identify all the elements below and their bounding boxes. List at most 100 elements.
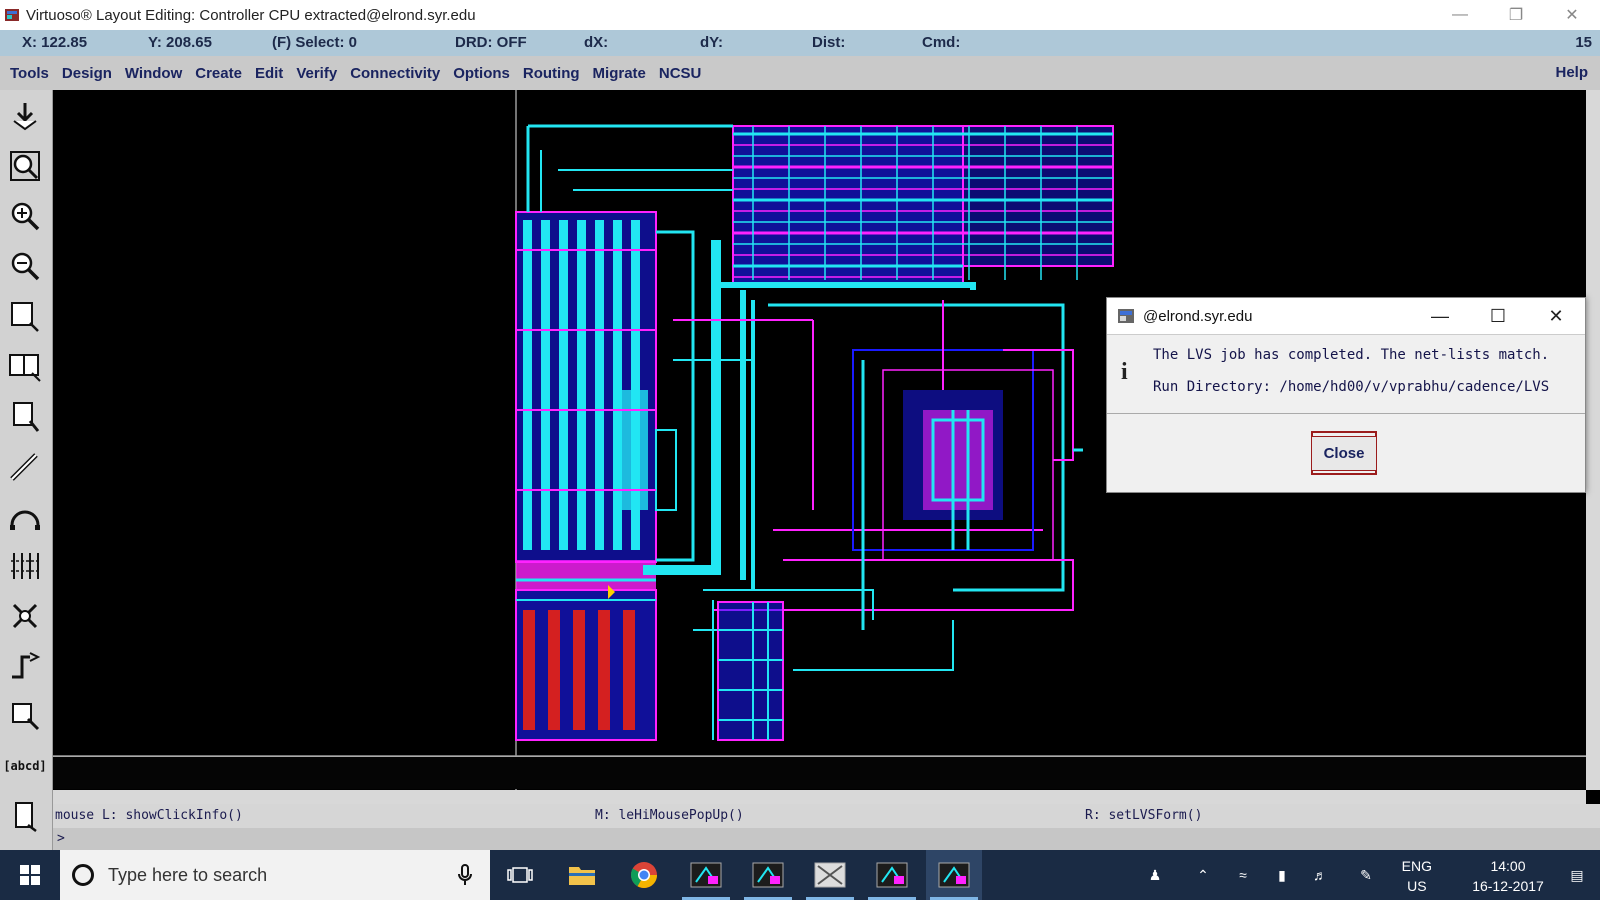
dialog-close-x-button[interactable]: ✕ [1527, 298, 1585, 334]
top-right-block [732, 125, 1114, 287]
menu-help[interactable]: Help [1555, 64, 1588, 81]
microphone-icon[interactable] [458, 864, 472, 886]
align-tool-button[interactable] [3, 544, 47, 588]
battery-icon[interactable]: ▮ [1268, 850, 1296, 900]
start-button[interactable] [0, 850, 60, 900]
left-top-block [515, 211, 677, 563]
coordinate-status-bar: X: 122.85 Y: 208.65 (F) Select: 0 DRD: O… [0, 30, 1600, 56]
show-hidden-icons-chevron-icon[interactable]: ⌃ [1190, 850, 1216, 900]
taskbar-chrome[interactable] [616, 850, 672, 900]
rectangle-tool-button[interactable] [3, 694, 47, 738]
restore-button[interactable]: ❐ [1488, 0, 1544, 30]
clock-time: 14:00 [1490, 858, 1526, 874]
y-coordinate: Y: 208.65 [148, 34, 212, 51]
dialog-maximize-button[interactable]: ☐ [1469, 298, 1527, 334]
arc-icon [10, 510, 40, 530]
task-view-icon [507, 867, 533, 883]
info-icon: i [1121, 359, 1128, 385]
task-view-button[interactable] [492, 850, 548, 900]
language-code: ENG [1401, 858, 1432, 874]
window-titlebar: Virtuoso® Layout Editing: Controller CPU… [0, 0, 1600, 30]
chrome-icon [630, 862, 658, 889]
horizontal-scrollbar[interactable] [53, 790, 1586, 804]
virtuoso-window-icon [938, 862, 970, 888]
save-tool-button[interactable] [3, 94, 47, 138]
canvas-command-strip [53, 756, 1586, 789]
folder-icon [569, 867, 595, 885]
clock-date: 16-12-2017 [1472, 878, 1544, 894]
taskbar-search-box[interactable]: Type here to search [60, 850, 490, 900]
menu-window[interactable]: Window [125, 65, 182, 82]
lvs-result-dialog: @elrond.syr.edu — ☐ ✕ i The LVS job has … [1106, 297, 1586, 493]
zoom-out-icon [11, 252, 40, 281]
action-center-icon[interactable]: ▤ [1562, 850, 1592, 900]
bottom-middle-block [717, 601, 784, 741]
ruler-tool-button[interactable] [3, 794, 47, 838]
minimize-button[interactable]: — [1432, 0, 1488, 30]
path-tool-button[interactable] [3, 444, 47, 488]
layout-window-icon [814, 862, 846, 888]
mouse-left-binding: mouse L: showClickInfo() [55, 808, 243, 823]
arc-tool-button[interactable] [3, 494, 47, 538]
label-icon: [abcd] [3, 759, 47, 773]
wire-icon [12, 652, 41, 679]
virtuoso-app-icon [5, 9, 19, 21]
dy-readout: dY: [700, 34, 724, 51]
align-icon [11, 553, 41, 579]
label-tool-button[interactable]: [abcd] [3, 744, 47, 788]
menu-ncsu[interactable]: NCSU [659, 65, 702, 82]
taskbar-virtuoso-5[interactable] [926, 850, 982, 900]
wire-tool-button[interactable] [3, 644, 47, 688]
wifi-icon[interactable]: ≈ [1230, 850, 1256, 900]
virtuoso-window-icon [876, 862, 908, 888]
rectangle-icon [12, 703, 40, 731]
taskbar-file-explorer[interactable] [554, 850, 610, 900]
language-indicator[interactable]: ENG US [1402, 856, 1432, 896]
taskbar-virtuoso-1[interactable] [678, 850, 734, 900]
menu-tools[interactable]: Tools [10, 65, 49, 82]
pen-workspace-icon[interactable]: ✎ [1352, 850, 1380, 900]
virtuoso-window-icon [690, 862, 722, 888]
menu-design[interactable]: Design [62, 65, 112, 82]
search-placeholder: Type here to search [108, 864, 268, 885]
menu-migrate[interactable]: Migrate [593, 65, 646, 82]
stretch-icon [11, 302, 39, 332]
menu-create[interactable]: Create [195, 65, 242, 82]
menu-routing[interactable]: Routing [523, 65, 580, 82]
people-icon[interactable]: ♟ [1140, 850, 1170, 900]
zoom-out-tool-button[interactable] [3, 244, 47, 288]
menu-connectivity[interactable]: Connectivity [350, 65, 440, 82]
center-cluster [882, 369, 1054, 561]
fit-view-tool-button[interactable] [3, 144, 47, 188]
left-bottom-block [515, 560, 657, 741]
copy-tool-button[interactable] [3, 344, 47, 388]
stretch-tool-button[interactable] [3, 294, 47, 338]
region-code: US [1407, 878, 1427, 894]
command-prompt[interactable]: > [53, 828, 1600, 850]
dialog-app-icon [1118, 309, 1134, 323]
close-window-button[interactable]: ✕ [1544, 0, 1600, 30]
properties-tool-button[interactable] [3, 594, 47, 638]
lvs-message: The LVS job has completed. The net-lists… [1153, 347, 1550, 363]
mouse-bindings-bar: mouse L: showClickInfo() M: leHiMousePop… [53, 804, 1600, 828]
volume-icon[interactable]: ♬ [1306, 850, 1334, 900]
taskbar-virtuoso-3[interactable] [802, 850, 858, 900]
cmd-readout: Cmd: [922, 34, 961, 51]
taskbar-virtuoso-2[interactable] [740, 850, 796, 900]
close-button[interactable]: Close [1310, 431, 1378, 475]
run-directory: Run Directory: /home/hd00/v/vprabhu/cade… [1153, 379, 1550, 395]
save-icon [13, 103, 37, 131]
move-tool-button[interactable] [3, 394, 47, 438]
window-title: Virtuoso® Layout Editing: Controller CPU… [26, 6, 476, 24]
move-icon [13, 402, 40, 432]
dialog-titlebar: @elrond.syr.edu — ☐ ✕ [1107, 298, 1585, 335]
taskbar-clock[interactable]: 14:00 16-12-2017 [1468, 856, 1548, 896]
menu-edit[interactable]: Edit [255, 65, 283, 82]
dialog-body: i The LVS job has completed. The net-lis… [1107, 335, 1585, 414]
zoom-in-tool-button[interactable] [3, 194, 47, 238]
menu-verify[interactable]: Verify [296, 65, 337, 82]
menu-options[interactable]: Options [453, 65, 510, 82]
taskbar-virtuoso-4[interactable] [864, 850, 920, 900]
dialog-minimize-button[interactable]: — [1411, 298, 1469, 334]
vertical-scrollbar[interactable] [1586, 90, 1600, 790]
